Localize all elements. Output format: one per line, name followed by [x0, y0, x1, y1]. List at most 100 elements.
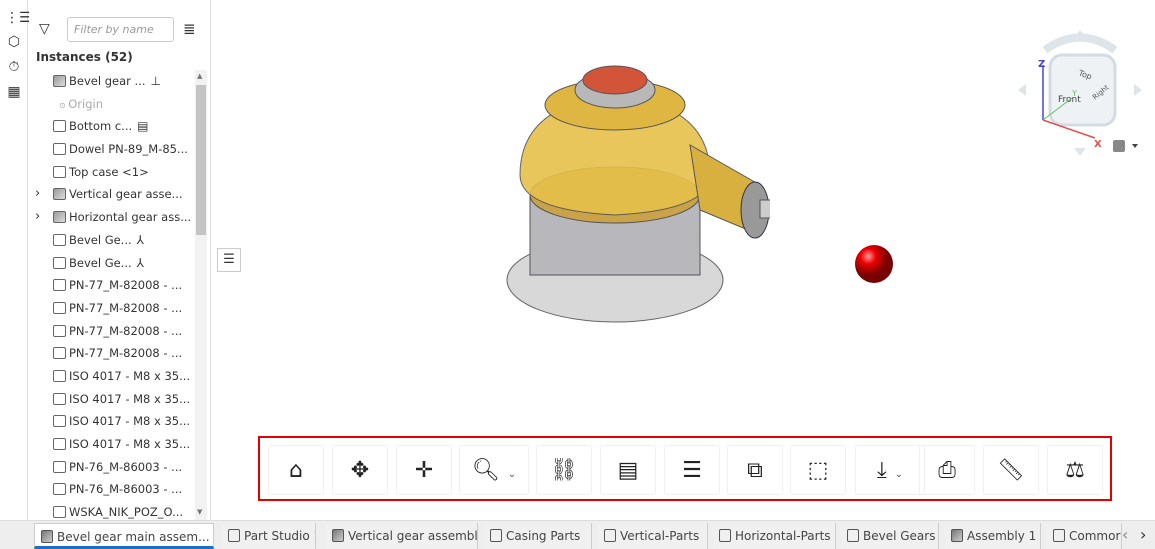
instance-row[interactable]: › Vertical gear asse...: [29, 183, 194, 206]
explode-button[interactable]: ⛓︎: [536, 445, 592, 495]
partstudio-icon: [719, 529, 731, 542]
partstudio-icon: [847, 529, 859, 542]
feature-tree-icon[interactable]: ⋮☰: [5, 10, 32, 28]
instance-label: PN-77_M-82008 - ...: [69, 323, 183, 338]
tab-bevel-gear-main-assem-[interactable]: Bevel gear main assem...: [34, 523, 214, 549]
tab-bevel-gears[interactable]: Bevel Gears: [841, 523, 939, 549]
scrollbar[interactable]: ▲ ▼: [195, 70, 207, 520]
origin-icon: ⊙: [59, 100, 69, 110]
chevron-down-icon[interactable]: ⌄: [508, 469, 516, 480]
mates-button[interactable]: ⧉: [727, 445, 783, 495]
mass-properties-button[interactable]: ⚖︎: [1047, 445, 1103, 495]
rotate-button[interactable]: ✥: [332, 445, 388, 495]
instance-row[interactable]: ISO 4017 - M8 x 35...: [29, 410, 194, 433]
tab-horizontal-parts[interactable]: Horizontal-Parts: [713, 523, 836, 549]
download-icon: ⤓: [876, 458, 887, 483]
pan-icon: ✛: [414, 458, 434, 483]
instance-row[interactable]: Dowel PN-89_M-85...: [29, 138, 194, 161]
tab-commor[interactable]: Commor: [1047, 523, 1122, 549]
bom-icon: ☰: [682, 458, 702, 483]
instance-row[interactable]: PN-77_M-82008 - ...: [29, 297, 194, 320]
part-icon: [53, 324, 66, 337]
tab-label: Assembly 1: [967, 529, 1037, 543]
pan-button[interactable]: ✛: [396, 445, 452, 495]
partstudio-icon: [490, 529, 502, 542]
instance-row[interactable]: ISO 4017 - M8 x 35...: [29, 433, 194, 456]
part-icon: [53, 460, 66, 473]
filter-input[interactable]: Filter by name: [67, 17, 174, 42]
instance-label: ISO 4017 - M8 x 35...: [69, 368, 191, 383]
toggle-panel-icon[interactable]: ☰: [217, 248, 241, 272]
expand-chevron-icon[interactable]: ›: [35, 206, 40, 229]
axis-y-label: Y: [1071, 89, 1077, 98]
list-view-icon[interactable]: ≣: [183, 20, 196, 38]
tab-casing-parts[interactable]: Casing Parts: [484, 523, 592, 549]
instance-row[interactable]: Bevel Ge... ⅄: [29, 252, 194, 275]
instance-row[interactable]: Bevel Ge... ⅄: [29, 229, 194, 252]
part-icon: [53, 279, 66, 292]
axis-x-label: X: [1094, 139, 1102, 150]
red-sphere-marker: [855, 245, 893, 283]
properties-icon[interactable]: ▦: [5, 84, 23, 102]
instance-label: Bevel Ge...: [69, 232, 132, 247]
mate-status-icon: ⅄: [136, 232, 144, 247]
history-icon[interactable]: ⏱: [5, 59, 23, 77]
partstudio-icon: [1053, 529, 1065, 542]
measure-icon: 📏︎: [997, 458, 1025, 483]
part-icon: [53, 347, 66, 360]
mate-status-icon: ⊥: [150, 74, 161, 88]
instance-label: Bevel gear ...: [69, 74, 146, 88]
tab-vertical-parts[interactable]: Vertical-Parts: [598, 523, 708, 549]
instance-label: PN-76_M-86003 - ...: [69, 459, 183, 474]
tab-label: Part Studio 1: [244, 529, 316, 543]
instance-label: PN-76_M-86003 - ...: [69, 482, 183, 497]
instance-label: Origin: [68, 96, 104, 111]
tab-assembly-1[interactable]: Assembly 1: [945, 523, 1041, 549]
instance-row[interactable]: Bevel gear ... ⊥: [29, 70, 194, 93]
expand-chevron-icon[interactable]: ›: [35, 183, 40, 206]
home-button[interactable]: ⌂: [268, 445, 324, 495]
tab-vertical-gear-assembly[interactable]: Vertical gear assembly: [326, 523, 478, 549]
tab-label: Casing Parts: [506, 529, 581, 543]
assembly-icon: [951, 529, 963, 542]
view-cube[interactable]: Top Front Right Z X Y: [1010, 20, 1150, 160]
documents-button[interactable]: ▤: [600, 445, 656, 495]
zoom-button[interactable]: 🔍︎ ⌄: [459, 445, 529, 495]
measure-button[interactable]: 📏︎: [983, 445, 1039, 495]
print-button[interactable]: ⎙: [919, 445, 975, 495]
axis-z-label: Z: [1038, 59, 1045, 70]
instance-label: Dowel PN-89_M-85...: [69, 142, 188, 157]
part-icon: [53, 233, 66, 246]
parts-icon[interactable]: ⬡: [5, 34, 23, 52]
instance-row[interactable]: PN-77_M-82008 - ...: [29, 320, 194, 343]
tab-scroll-right-icon[interactable]: ›: [1140, 525, 1146, 544]
instance-row[interactable]: ISO 4017 - M8 x 35...: [29, 365, 194, 388]
part-icon: [53, 415, 66, 428]
instance-row[interactable]: Bottom c... ▤: [29, 115, 194, 138]
part-icon: [53, 301, 66, 314]
instance-label: Horizontal gear ass...: [69, 210, 192, 225]
instance-row[interactable]: Top case <1>: [29, 161, 194, 184]
instance-row[interactable]: › Horizontal gear ass...: [29, 206, 194, 229]
instance-row[interactable]: PN-76_M-86003 - ...: [29, 456, 194, 479]
instance-label: ISO 4017 - M8 x 35...: [69, 437, 191, 451]
instance-row[interactable]: PN-77_M-82008 - ...: [29, 342, 194, 365]
3d-model-view[interactable]: [470, 35, 770, 335]
instance-label: PN-77_M-82008 - ...: [69, 278, 183, 293]
tab-label: Commor: [1069, 529, 1121, 543]
partstudio-icon: [228, 529, 240, 542]
download-button[interactable]: ⤓ ⌄: [855, 445, 925, 495]
instance-row[interactable]: ⊙ Origin: [29, 93, 194, 116]
section-button[interactable]: ⬚: [790, 445, 846, 495]
instance-row[interactable]: ISO 4017 - M8 x 35...: [29, 388, 194, 411]
tab-part-studio-1[interactable]: Part Studio 1: [222, 523, 316, 549]
instance-row[interactable]: PN-76_M-86003 - ...: [29, 478, 194, 501]
bom-button[interactable]: ☰: [664, 445, 720, 495]
part-icon: [53, 165, 66, 178]
filter-icon[interactable]: ▽: [39, 21, 50, 37]
tab-scroll-left-icon[interactable]: ‹: [1122, 525, 1128, 544]
chevron-down-icon[interactable]: ⌄: [895, 469, 903, 480]
instance-row[interactable]: PN-77_M-82008 - ...: [29, 274, 194, 297]
partstudio-icon: [604, 529, 616, 542]
mate-status-icon: ⅄: [136, 255, 144, 270]
